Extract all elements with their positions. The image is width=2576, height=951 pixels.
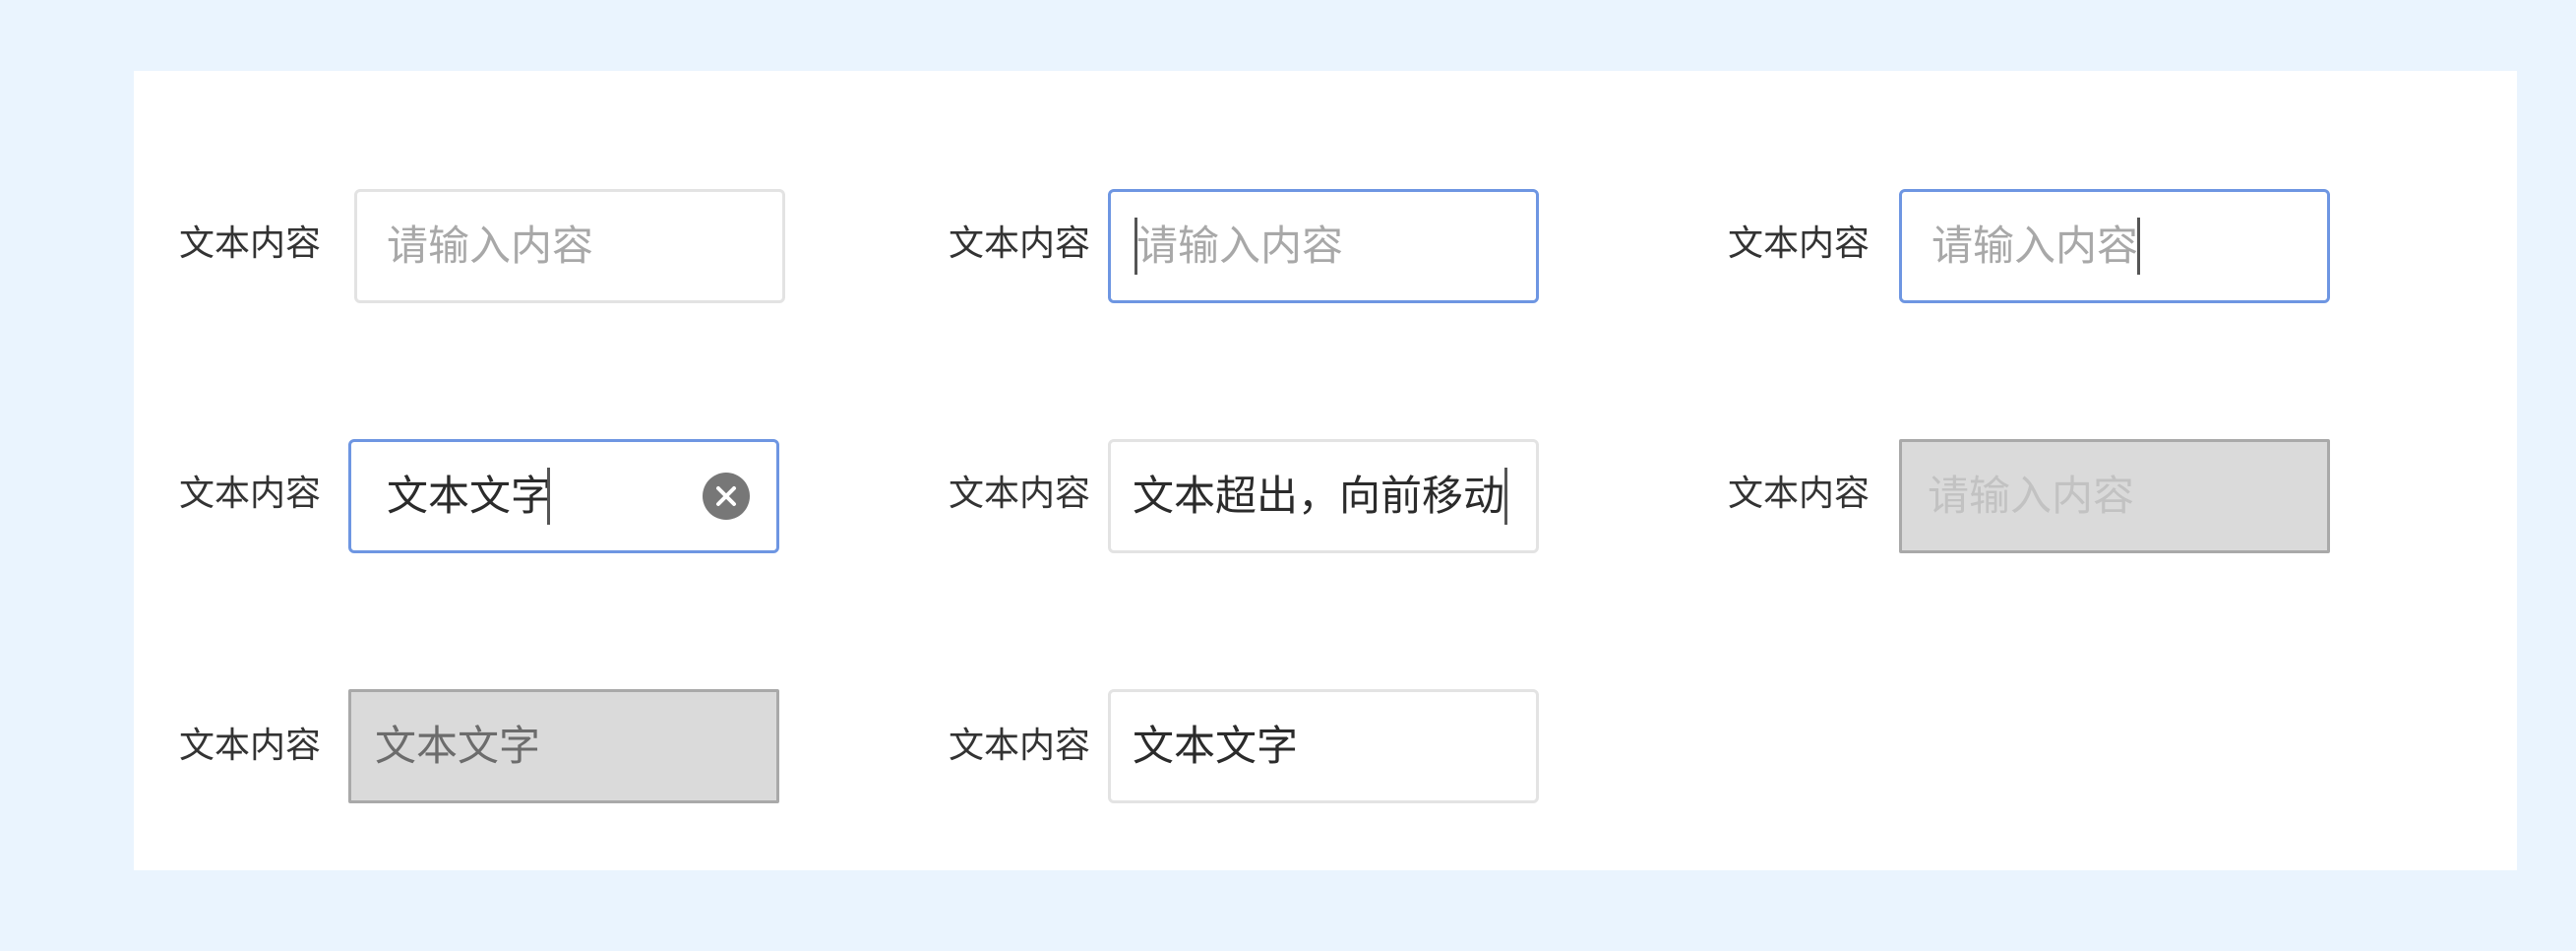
- text-input-focused-caret-end[interactable]: 请输入内容: [1899, 189, 2330, 303]
- text-caret: [547, 468, 550, 525]
- text-input-overflow[interactable]: 文本超出，向前移动: [1108, 439, 1539, 553]
- input-value: 文本文字: [387, 472, 553, 520]
- text-input-filled[interactable]: 文本文字: [1108, 689, 1539, 803]
- input-placeholder: 请输入内容: [1932, 222, 2139, 270]
- text-input-disabled: 请输入内容: [1899, 439, 2330, 553]
- text-input-default[interactable]: 请输入内容: [354, 189, 785, 303]
- field-label: 文本内容: [179, 726, 322, 766]
- text-input-disabled-filled: 文本文字: [348, 689, 779, 803]
- input-value: 文本文字: [1133, 722, 1299, 770]
- text-input-focused[interactable]: 请输入内容: [1108, 189, 1539, 303]
- text-caret: [2137, 218, 2140, 275]
- field-label: 文本内容: [179, 474, 322, 514]
- field-label: 文本内容: [949, 223, 1091, 264]
- input-placeholder: 请输入内容: [1928, 472, 2135, 520]
- text-input-typing[interactable]: 文本文字: [348, 439, 779, 553]
- field-label: 文本内容: [1728, 474, 1871, 514]
- field-label: 文本内容: [1728, 223, 1871, 264]
- text-caret: [1504, 468, 1507, 525]
- input-placeholder: 请输入内容: [1136, 222, 1344, 270]
- field-label: 文本内容: [949, 474, 1091, 514]
- field-label: 文本内容: [949, 726, 1091, 766]
- input-states-panel: 文本内容 请输入内容 文本内容 请输入内容 文本内容 请输入内容 文本内容 文本…: [134, 71, 2517, 870]
- input-placeholder: 请输入内容: [387, 222, 594, 270]
- input-value: 文本文字: [375, 722, 541, 770]
- field-label: 文本内容: [179, 223, 322, 264]
- clear-circle-icon[interactable]: [703, 473, 750, 520]
- input-value: 文本超出，向前移动: [1133, 472, 1505, 520]
